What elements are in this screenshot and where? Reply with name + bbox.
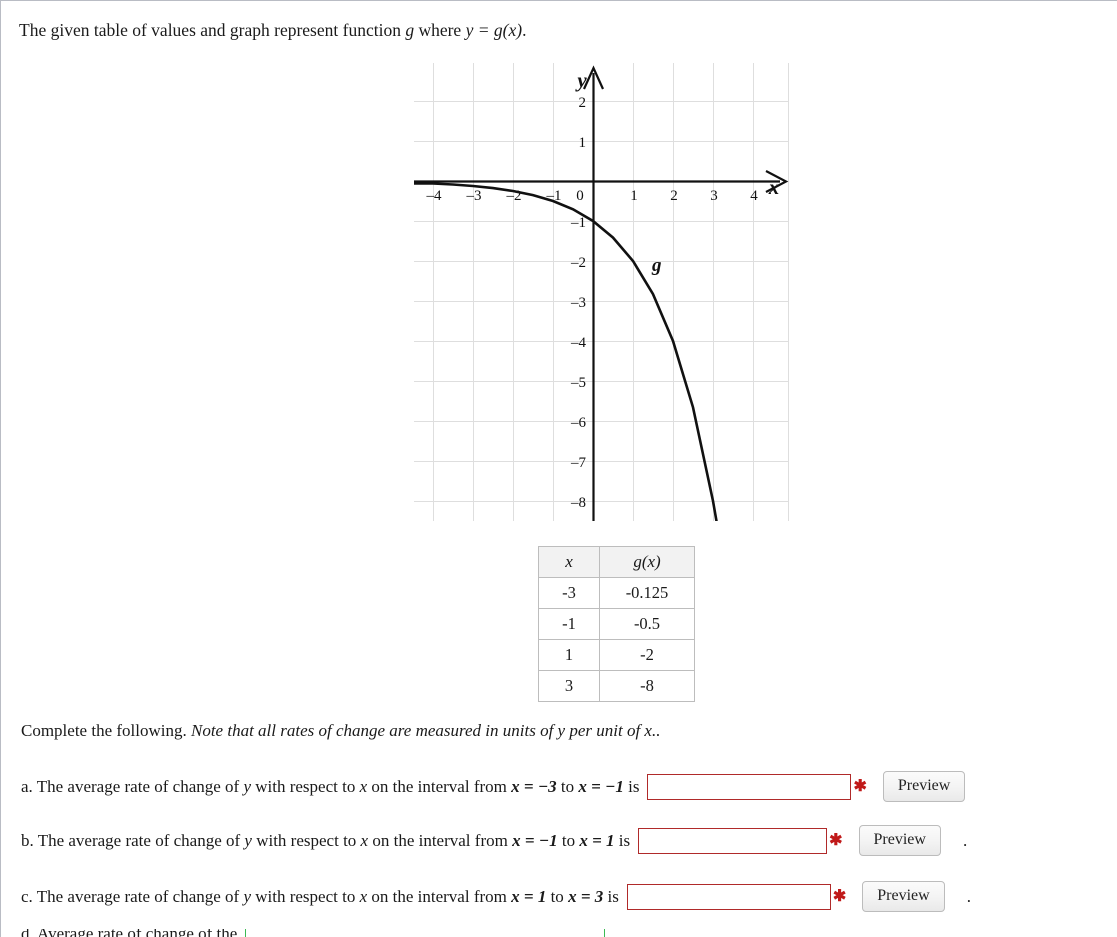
question-row-a: a. The average rate of change of y with … — [21, 771, 987, 802]
y-axis — [582, 65, 605, 521]
intro-text-mid: where — [414, 20, 466, 40]
x-tick--4: –4 — [426, 188, 443, 204]
x-axis-label: x — [768, 175, 780, 199]
preview-button-c[interactable]: Preview — [862, 881, 945, 912]
y-axis-label: y — [574, 68, 587, 92]
y-tick--1: –1 — [570, 215, 586, 231]
question-a-text: a. The average rate of change of y with … — [21, 776, 640, 796]
table-row: 1 -2 — [538, 639, 695, 671]
intro-equation: y = g(x) — [465, 20, 523, 40]
question-c-text: c. The average rate of change of y with … — [21, 886, 619, 906]
y-tick--3: –3 — [570, 295, 586, 311]
trailing-period-b: . — [962, 830, 968, 850]
table-cell-x: -3 — [538, 577, 600, 609]
table-row: 3 -8 — [538, 670, 695, 702]
table-cell-gx: -0.5 — [599, 608, 695, 640]
function-graph: –4 –3 –2 –1 0 1 2 3 4 2 1 –1 –2 –3 –4 –5… — [414, 63, 789, 521]
table-row: -1 -0.5 — [538, 608, 695, 640]
question-row-b: b. The average rate of change of y with … — [21, 825, 967, 856]
y-tick--5: –5 — [570, 375, 586, 391]
table-cell-x: 1 — [538, 639, 600, 671]
intro-statement: The given table of values and graph repr… — [19, 19, 526, 41]
table-cell-gx: -2 — [599, 639, 695, 671]
error-marker-icon-b: ✱ — [829, 831, 843, 849]
x-tick-4: 4 — [750, 188, 758, 204]
intro-text-after: . — [522, 20, 527, 40]
intro-text-before: The given table of values and graph repr… — [19, 20, 406, 40]
instructions-lead: Complete the following. — [21, 721, 191, 740]
x-tick--3: –3 — [466, 188, 482, 204]
table-cell-gx: -8 — [599, 670, 695, 702]
y-tick--6: –6 — [570, 415, 587, 431]
question-row-c: c. The average rate of change of y with … — [21, 881, 971, 912]
curve-g — [414, 182, 718, 521]
exercise-page: The given table of values and graph repr… — [0, 0, 1117, 937]
answer-input-d[interactable] — [245, 929, 606, 937]
error-marker-icon-a: ✱ — [853, 777, 867, 795]
grid-vertical — [433, 63, 789, 521]
trailing-period-c: . — [966, 886, 971, 906]
table-header-x: x — [538, 546, 600, 578]
table-cell-x: 3 — [538, 670, 600, 702]
question-row-d-cutoff: d. Average rate of change of the — [21, 929, 606, 937]
preview-button-b[interactable]: Preview — [858, 825, 941, 856]
x-tick-labels: –4 –3 –2 –1 0 1 2 3 4 — [426, 188, 759, 204]
y-tick-1: 1 — [579, 135, 587, 151]
y-tick-2: 2 — [579, 95, 587, 111]
grid-horizontal — [414, 101, 789, 502]
y-tick--2: –2 — [570, 255, 586, 271]
table-cell-x: -1 — [538, 608, 600, 640]
x-tick-2: 2 — [670, 188, 678, 204]
preview-button-a[interactable]: Preview — [882, 771, 966, 802]
table-header-row: x g(x) — [538, 546, 695, 578]
answer-input-b[interactable] — [638, 827, 828, 854]
error-marker-icon-c: ✱ — [832, 887, 847, 905]
instructions-note: Note that all rates of change are measur… — [190, 721, 661, 740]
table-header-gx: g(x) — [599, 546, 695, 578]
answer-input-c[interactable] — [626, 883, 831, 910]
question-b-text: b. The average rate of change of y with … — [21, 830, 631, 850]
y-tick--4: –4 — [570, 335, 587, 351]
y-tick-labels: 2 1 –1 –2 –3 –4 –5 –6 –7 –8 — [570, 95, 587, 511]
curve-label-g: g — [651, 255, 662, 276]
values-table: x g(x) -3 -0.125 -1 -0.5 1 -2 3 -8 — [538, 546, 695, 702]
y-tick--8: –8 — [570, 495, 586, 511]
x-tick-1: 1 — [630, 188, 638, 204]
x-tick-3: 3 — [710, 188, 718, 204]
instructions: Complete the following. Note that all ra… — [21, 721, 660, 741]
intro-function-symbol: g — [405, 20, 415, 40]
table-row: -3 -0.125 — [538, 577, 695, 609]
x-tick-0: 0 — [576, 188, 584, 204]
y-tick--7: –7 — [570, 455, 587, 471]
answer-input-a[interactable] — [647, 773, 852, 800]
question-d-text-cutoff: d. Average rate of change of the — [21, 929, 237, 937]
table-cell-gx: -0.125 — [599, 577, 695, 609]
